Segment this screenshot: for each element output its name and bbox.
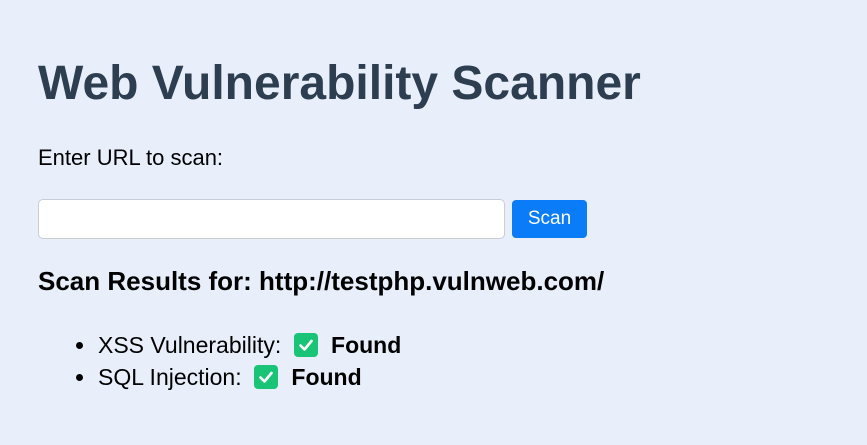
result-item-sql-injection: SQL Injection: Found: [38, 361, 401, 393]
bullet-icon: [76, 342, 83, 349]
result-status: Found: [331, 332, 402, 358]
result-label: SQL Injection:: [98, 364, 242, 390]
result-item-xss: XSS Vulnerability: Found: [38, 329, 401, 361]
bullet-icon: [76, 374, 83, 381]
url-input[interactable]: [38, 199, 505, 239]
results-list: XSS Vulnerability: Found SQL Injection: …: [38, 329, 401, 393]
result-status: Found: [291, 364, 362, 390]
scan-button[interactable]: Scan: [512, 200, 587, 238]
url-prompt-label: Enter URL to scan:: [38, 145, 224, 170]
page-title: Web Vulnerability Scanner: [38, 57, 641, 110]
check-mark-icon: [254, 365, 279, 389]
result-label: XSS Vulnerability:: [98, 332, 282, 358]
results-heading: Scan Results for: http://testphp.vulnweb…: [38, 266, 605, 296]
check-mark-icon: [293, 333, 318, 357]
